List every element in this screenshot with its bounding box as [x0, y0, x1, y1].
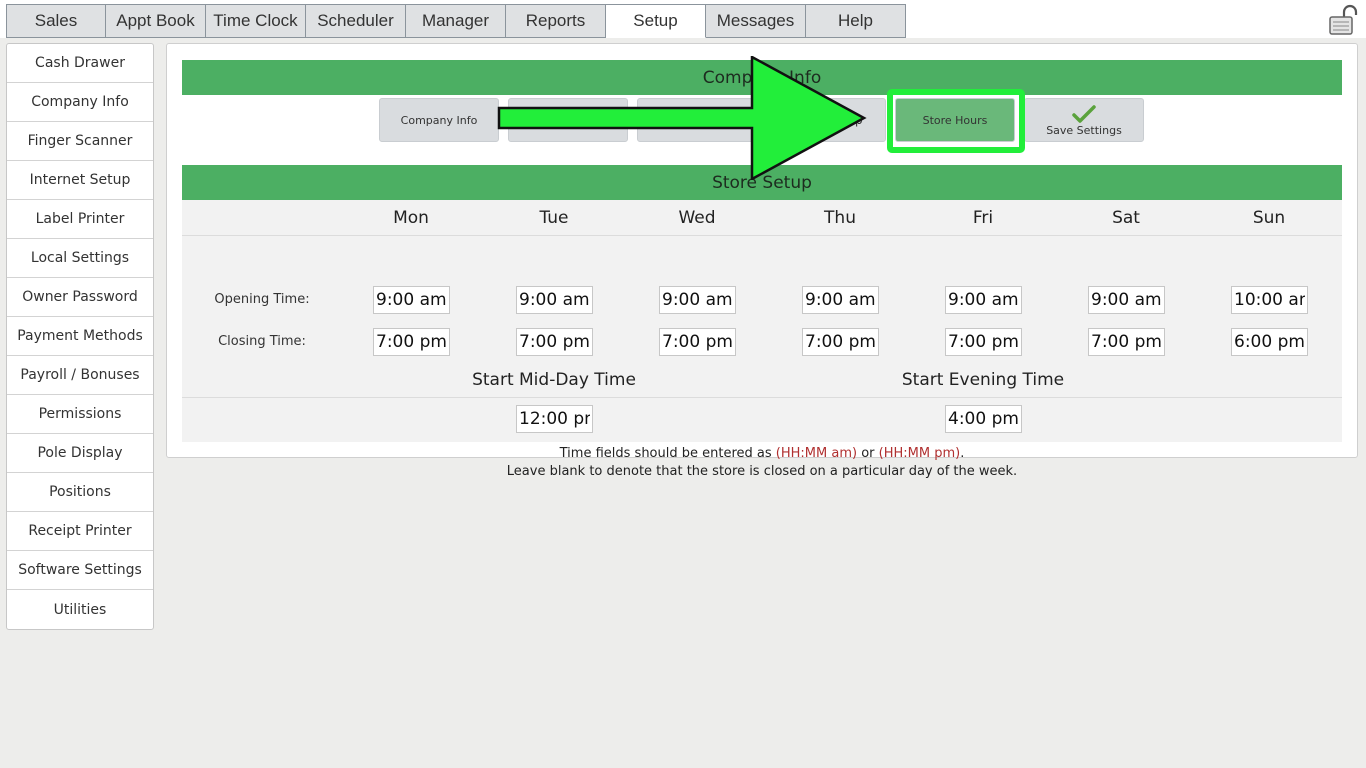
sidebar-item-software-settings[interactable]: Software Settings — [7, 551, 153, 590]
subtab-company-info[interactable]: Company Info — [379, 98, 499, 142]
tab-appt-book[interactable]: Appt Book — [106, 4, 206, 38]
tab-scheduler[interactable]: Scheduler — [306, 4, 406, 38]
sidebar-item-local-settings[interactable]: Local Settings — [7, 239, 153, 278]
opening-time-sat[interactable] — [1088, 286, 1165, 314]
note-text-a: Time fields should be entered as — [559, 446, 776, 461]
day-mon: Mon — [393, 208, 429, 228]
midday-time-input[interactable] — [516, 405, 593, 433]
closing-time-wed[interactable] — [659, 328, 736, 356]
days-header-row: Mon Tue Wed Thu Fri Sat Sun — [182, 200, 1342, 236]
tab-reports[interactable]: Reports — [506, 4, 606, 38]
note-format-am: (HH:MM am) — [775, 446, 858, 461]
note-format-pm: (HH:MM pm) — [878, 446, 961, 461]
period-labels-row: Start Mid-Day Time Start Evening Time — [182, 362, 1342, 398]
note-or: or — [857, 446, 879, 461]
sidebar-item-label-printer[interactable]: Label Printer — [7, 200, 153, 239]
closing-time-fri[interactable] — [945, 328, 1022, 356]
sidebar-item-cash-drawer[interactable]: Cash Drawer — [7, 44, 153, 83]
start-midday-label: Start Mid-Day Time — [472, 370, 636, 390]
closing-time-label: Closing Time: — [218, 334, 306, 349]
note-period: . — [960, 446, 965, 461]
time-format-note: Time fields should be entered as (HH:MM … — [182, 446, 1342, 461]
tab-sales[interactable]: Sales — [6, 4, 106, 38]
opening-time-wed[interactable] — [659, 286, 736, 314]
closing-time-sat[interactable] — [1088, 328, 1165, 356]
tab-manager[interactable]: Manager — [406, 4, 506, 38]
sidebar-item-internet-setup[interactable]: Internet Setup — [7, 161, 153, 200]
opening-time-thu[interactable] — [802, 286, 879, 314]
opening-time-sun[interactable] — [1231, 286, 1308, 314]
sidebar-item-pole-display[interactable]: Pole Display — [7, 434, 153, 473]
day-tue: Tue — [539, 208, 569, 228]
save-settings-button[interactable]: Save Settings — [1024, 98, 1144, 142]
day-sat: Sat — [1112, 208, 1140, 228]
closing-time-mon[interactable] — [373, 328, 450, 356]
sidebar-item-payroll-bonuses[interactable]: Payroll / Bonuses — [7, 356, 153, 395]
opening-time-mon[interactable] — [373, 286, 450, 314]
sidebar-item-owner-password[interactable]: Owner Password — [7, 278, 153, 317]
sidebar-item-company-info[interactable]: Company Info — [7, 83, 153, 122]
closing-time-tue[interactable] — [516, 328, 593, 356]
checkmark-icon — [1072, 104, 1096, 123]
tab-time-clock[interactable]: Time Clock — [206, 4, 306, 38]
day-sun: Sun — [1252, 208, 1286, 228]
opening-time-fri[interactable] — [945, 286, 1022, 314]
tab-messages[interactable]: Messages — [706, 4, 806, 38]
unlock-icon[interactable] — [1328, 4, 1358, 36]
day-wed: Wed — [678, 208, 716, 228]
start-evening-label: Start Evening Time — [901, 370, 1065, 390]
setup-sidebar: Cash Drawer Company Info Finger Scanner … — [6, 43, 154, 630]
day-fri: Fri — [972, 208, 994, 228]
sidebar-item-receipt-printer[interactable]: Receipt Printer — [7, 512, 153, 551]
store-hours-form: Mon Tue Wed Thu Fri Sat Sun Opening Time… — [182, 200, 1342, 479]
sidebar-item-utilities[interactable]: Utilities — [7, 590, 153, 629]
save-settings-label: Save Settings — [1046, 123, 1122, 137]
opening-time-tue[interactable] — [516, 286, 593, 314]
top-bar: Sales Appt Book Time Clock Scheduler Man… — [0, 0, 1366, 38]
subtab-company-info-label: Company Info — [400, 113, 478, 127]
main-nav-tabs: Sales Appt Book Time Clock Scheduler Man… — [6, 4, 906, 38]
tab-help[interactable]: Help — [806, 4, 906, 38]
green-arrow-icon — [497, 56, 867, 180]
closing-time-thu[interactable] — [802, 328, 879, 356]
tab-setup[interactable]: Setup — [606, 4, 706, 38]
closing-time-sun[interactable] — [1231, 328, 1308, 356]
sidebar-item-positions[interactable]: Positions — [7, 473, 153, 512]
day-thu: Thu — [824, 208, 856, 228]
store-hours-highlight-frame — [887, 89, 1025, 153]
evening-time-input[interactable] — [945, 405, 1022, 433]
sidebar-item-payment-methods[interactable]: Payment Methods — [7, 317, 153, 356]
opening-time-label: Opening Time: — [214, 292, 310, 307]
sidebar-item-finger-scanner[interactable]: Finger Scanner — [7, 122, 153, 161]
sidebar-item-permissions[interactable]: Permissions — [7, 395, 153, 434]
closed-day-note: Leave blank to denote that the store is … — [506, 464, 1018, 479]
